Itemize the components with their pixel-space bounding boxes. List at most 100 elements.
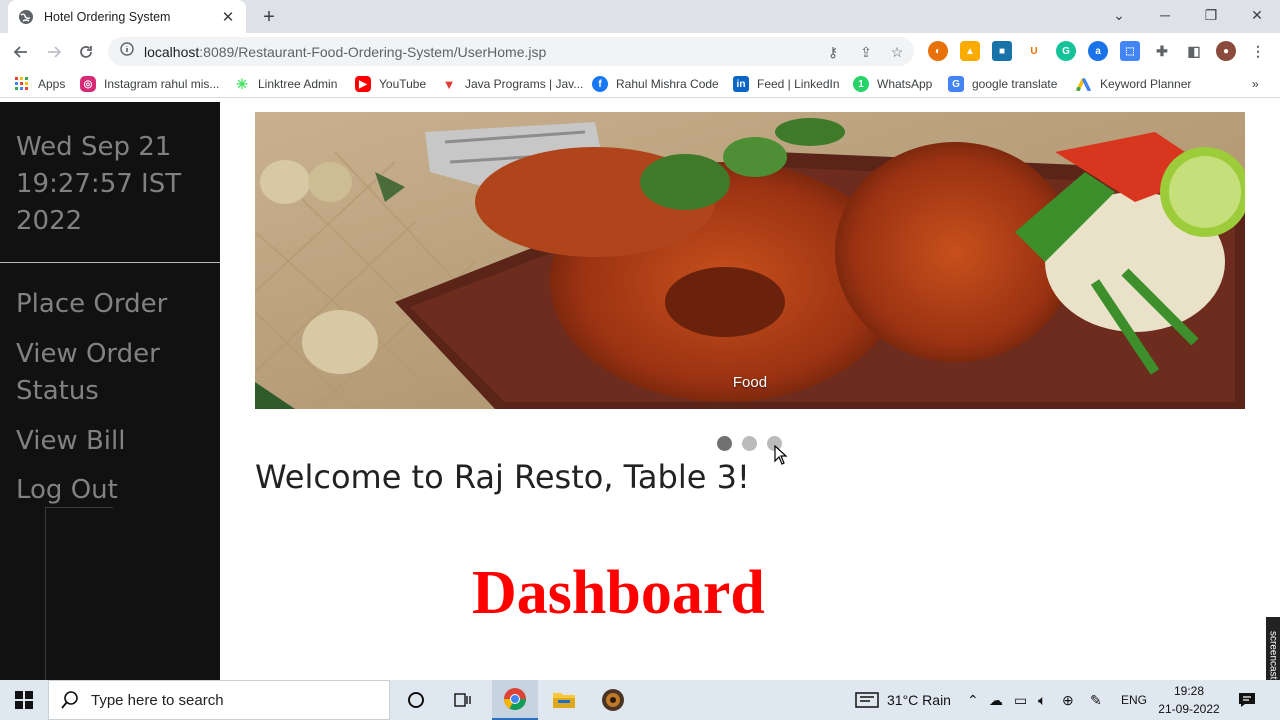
bookmark-translate[interactable]: G google translate bbox=[948, 75, 1057, 93]
bookmarks-bar: Apps ◎ Instagram rahul mis... ✳ Linktree… bbox=[0, 70, 1280, 98]
volume-icon[interactable]: 🔈︎ bbox=[1038, 692, 1046, 709]
tab-title: Hotel Ordering System bbox=[44, 9, 171, 24]
extension-6-icon[interactable]: a bbox=[1088, 41, 1108, 61]
windows-taskbar: Type here to search 31°C Rain ⌃ ☁ ▭ 🔈︎ ⊕… bbox=[0, 680, 1280, 720]
url-host: localhost bbox=[144, 43, 200, 60]
share-icon[interactable]: ⇪ bbox=[856, 42, 876, 62]
sidebar-link-place-order[interactable]: Place Order bbox=[16, 286, 206, 323]
food-photo bbox=[255, 112, 1245, 409]
restore-button[interactable]: ❐ bbox=[1188, 0, 1234, 30]
carousel-dot[interactable] bbox=[717, 436, 732, 451]
weather-icon[interactable] bbox=[855, 692, 879, 711]
onedrive-icon[interactable]: ☁ bbox=[989, 692, 1003, 709]
menu-kebab-icon[interactable]: ⋮ bbox=[1248, 41, 1268, 61]
bookmark-label: Linktree Admin bbox=[258, 77, 338, 91]
pen-icon[interactable]: ✎ bbox=[1090, 692, 1102, 709]
screencast-label: screencast bbox=[1267, 630, 1279, 680]
chrome-taskbar-icon[interactable] bbox=[492, 680, 538, 720]
reload-icon bbox=[80, 46, 92, 58]
java-icon: ▼ bbox=[442, 76, 456, 92]
bookmark-label: Java Programs | Jav... bbox=[465, 77, 584, 91]
new-tab-button[interactable]: + bbox=[256, 4, 282, 30]
bookmark-star-icon[interactable]: ☆ bbox=[887, 42, 907, 62]
bookmark-label: Apps bbox=[38, 77, 66, 91]
bookmark-java[interactable]: ▼ Java Programs | Jav... bbox=[441, 75, 584, 93]
back-button[interactable] bbox=[7, 38, 35, 66]
taskbar-time: 19:28 bbox=[1173, 684, 1205, 698]
sidebar-link-view-bill[interactable]: View Bill bbox=[16, 423, 206, 460]
address-bar[interactable]: localhost:8089/Restaurant-Food-Ordering-… bbox=[108, 37, 914, 66]
side-panel-icon[interactable]: ◧ bbox=[1184, 41, 1204, 61]
sidebar-divider bbox=[0, 262, 220, 263]
extensions-puzzle-icon[interactable]: ✚ bbox=[1152, 41, 1172, 61]
extension-4-icon[interactable]: U bbox=[1024, 41, 1044, 61]
close-tab-icon[interactable]: ✕ bbox=[220, 9, 236, 26]
file-explorer-icon[interactable] bbox=[541, 680, 587, 720]
linktree-icon: ✳ bbox=[236, 75, 248, 92]
google-ads-icon bbox=[1076, 76, 1092, 92]
profile-avatar[interactable]: ● bbox=[1216, 41, 1236, 61]
instagram-icon: ◎ bbox=[80, 76, 96, 92]
taskbar-date: 21-09-2022 bbox=[1158, 702, 1220, 716]
sidebar-decor-line bbox=[45, 507, 46, 680]
apps-grid-icon bbox=[14, 76, 30, 92]
back-arrow-icon bbox=[13, 46, 27, 58]
search-icon bbox=[61, 691, 78, 709]
taskbar-search[interactable]: Type here to search bbox=[48, 680, 390, 720]
taskbar-clock[interactable]: 19:28 21-09-2022 bbox=[1150, 682, 1228, 718]
bookmark-keyword-planner[interactable]: Keyword Planner bbox=[1076, 75, 1191, 93]
close-window-button[interactable]: ✕ bbox=[1234, 0, 1280, 30]
translate-icon: G bbox=[948, 76, 964, 92]
linkedin-icon: in bbox=[733, 76, 749, 92]
web-page: Wed Sep 21 19:27:57 IST 2022 Place Order… bbox=[0, 102, 1280, 680]
network-globe-icon[interactable]: ⊕ bbox=[1062, 692, 1074, 709]
browser-tab[interactable]: Hotel Ordering System ✕ bbox=[8, 0, 246, 33]
whatsapp-icon: 1 bbox=[853, 76, 869, 92]
more-bookmarks-button[interactable]: » bbox=[1252, 75, 1259, 93]
reload-button[interactable] bbox=[72, 38, 100, 66]
key-icon[interactable]: ⚷ bbox=[823, 42, 843, 62]
url-text: localhost:8089/Restaurant-Food-Ordering-… bbox=[144, 44, 546, 60]
sidebar-decor-line bbox=[45, 507, 113, 508]
weather-text[interactable]: 31°C Rain bbox=[887, 692, 951, 708]
task-view-icon[interactable] bbox=[439, 680, 485, 720]
bookmark-facebook[interactable]: f Rahul Mishra Code bbox=[592, 75, 719, 93]
extension-3-icon[interactable]: ■ bbox=[992, 41, 1012, 61]
more-bookmarks-label: » bbox=[1252, 77, 1259, 91]
sidebar-link-log-out[interactable]: Log Out bbox=[16, 472, 206, 509]
sidebar-nav: Wed Sep 21 19:27:57 IST 2022 Place Order… bbox=[0, 102, 220, 680]
start-button[interactable] bbox=[0, 680, 48, 720]
bookmark-youtube[interactable]: ▶ YouTube bbox=[355, 75, 426, 93]
browser-tab-strip: Hotel Ordering System ✕ + ⌄ ─ ❐ ✕ bbox=[0, 0, 1280, 33]
extension-2-icon[interactable]: ▲ bbox=[960, 41, 980, 61]
info-icon[interactable] bbox=[120, 42, 134, 61]
windows-logo-icon bbox=[15, 691, 33, 709]
bookmark-linkedin[interactable]: in Feed | LinkedIn bbox=[733, 75, 840, 93]
forward-button[interactable] bbox=[40, 38, 68, 66]
globe-icon bbox=[18, 9, 34, 25]
cortana-icon[interactable] bbox=[393, 680, 439, 720]
grammarly-icon[interactable]: G bbox=[1056, 41, 1076, 61]
bookmark-label: Instagram rahul mis... bbox=[104, 77, 220, 91]
language-indicator[interactable]: ENG bbox=[1121, 693, 1147, 707]
app-taskbar-icon[interactable] bbox=[590, 680, 636, 720]
bookmark-whatsapp[interactable]: 1 WhatsApp bbox=[853, 75, 932, 93]
tab-search-icon[interactable]: ⌄ bbox=[1096, 0, 1142, 30]
forward-arrow-icon bbox=[48, 46, 62, 58]
battery-icon[interactable]: ▭ bbox=[1014, 692, 1027, 709]
bookmark-instagram[interactable]: ◎ Instagram rahul mis... bbox=[80, 75, 219, 93]
carousel-indicators bbox=[717, 436, 782, 451]
bookmark-apps[interactable]: Apps bbox=[14, 75, 65, 93]
search-placeholder: Type here to search bbox=[91, 691, 224, 709]
show-hidden-icons-icon[interactable]: ⌃ bbox=[967, 692, 979, 709]
extension-1-icon[interactable]: ◐ bbox=[928, 41, 948, 61]
minimize-button[interactable]: ─ bbox=[1142, 0, 1188, 30]
notifications-icon[interactable] bbox=[1238, 692, 1256, 712]
sidebar-link-view-order-status[interactable]: View Order Status bbox=[16, 336, 206, 410]
image-carousel[interactable]: Food bbox=[255, 112, 1245, 409]
page-title: Dashboard bbox=[472, 559, 765, 627]
carousel-dot[interactable] bbox=[742, 436, 757, 451]
bookmark-label: Rahul Mishra Code bbox=[616, 77, 719, 91]
extension-7-icon[interactable]: ⬚ bbox=[1120, 41, 1140, 61]
bookmark-linktree[interactable]: ✳ Linktree Admin bbox=[234, 75, 337, 93]
